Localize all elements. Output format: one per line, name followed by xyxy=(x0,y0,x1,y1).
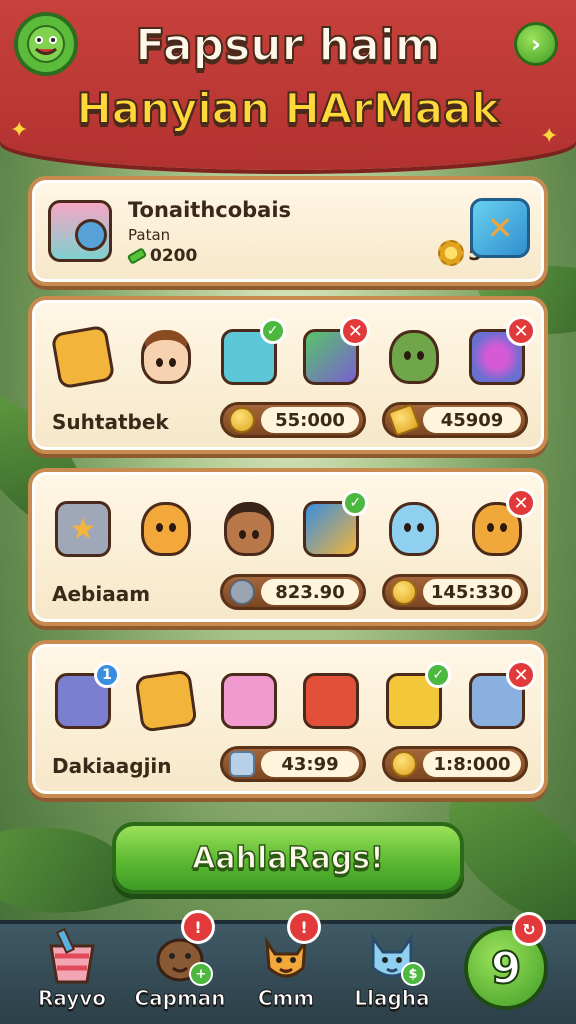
price-value: 55:000 xyxy=(261,407,359,433)
tablet-item[interactable]: ✕ xyxy=(298,316,371,390)
backpack-item[interactable]: ✓ xyxy=(216,318,286,390)
refresh-badge-icon: ↻ xyxy=(512,912,546,946)
count-badge: 1 xyxy=(94,662,120,688)
close-badge-icon[interactable]: ✕ xyxy=(505,316,536,346)
price-pill[interactable]: 43:99 xyxy=(220,746,366,782)
coin-icon xyxy=(391,579,417,605)
sparkle-icon: ✦ xyxy=(540,124,559,149)
close-badge-icon[interactable]: ✕ xyxy=(340,316,371,346)
shop-row: ★ ✓ ✕ Aebiaam 823.90 145:330 xyxy=(28,468,548,626)
coin-icon xyxy=(391,751,417,777)
nav-label: Rayvo xyxy=(37,986,107,1011)
monitor-item[interactable]: ✕ xyxy=(464,660,536,734)
check-badge-icon: ✓ xyxy=(259,318,286,344)
check-badge-icon: ✓ xyxy=(425,662,452,688)
wrench-icon xyxy=(229,579,255,605)
fox-orange-character[interactable]: ✕ xyxy=(464,488,536,562)
camera-icon[interactable] xyxy=(48,200,112,262)
coin-icon xyxy=(229,407,255,433)
crossed-tools-icon: ✕ xyxy=(486,209,514,247)
gem-icon xyxy=(126,247,148,265)
price-pill[interactable]: 55:000 xyxy=(220,402,366,438)
row-label: Suhtatbek xyxy=(52,410,169,434)
nav-label: Llagha xyxy=(354,986,430,1011)
cat-character[interactable] xyxy=(381,324,447,390)
price-pill[interactable]: 823.90 xyxy=(220,574,366,610)
price-value: 145:330 xyxy=(423,579,521,605)
notification-badge-icon: ! xyxy=(287,910,321,944)
profile-panel: Tonaithcobais Patan 0200 5 ✕ xyxy=(28,176,548,286)
price-value: 43:99 xyxy=(261,751,359,777)
girl-character[interactable] xyxy=(133,324,199,390)
price-value: 45909 xyxy=(423,407,521,433)
nav-label: Capman xyxy=(134,986,226,1011)
nav-item-cmm[interactable]: ! Cmm xyxy=(236,910,336,1018)
title-line-2: Hanyian HArMaak xyxy=(76,83,501,134)
gold-bar-icon xyxy=(387,403,421,437)
boy-character[interactable] xyxy=(216,496,282,562)
row-label: Dakiaagjin xyxy=(52,754,172,778)
ticket-item[interactable] xyxy=(50,324,116,390)
price-value: 823.90 xyxy=(261,579,359,605)
price-value: 1:8:000 xyxy=(423,751,521,777)
plus-badge-icon: $ xyxy=(401,962,425,986)
close-badge-icon[interactable]: ✕ xyxy=(505,488,536,518)
currency-display: 0200 xyxy=(126,246,198,266)
bear-character-icon: ! + xyxy=(149,910,215,986)
gear-icon xyxy=(438,240,464,266)
shop-row: ✓ ✕ ✕ Suhtatbek 55:000 45909 xyxy=(28,296,548,454)
cat-blue-character[interactable] xyxy=(381,496,447,562)
check-badge-icon: ✓ xyxy=(342,490,369,516)
title-line-1: Fapsur haim xyxy=(134,19,441,72)
star-frame-item[interactable]: ★ xyxy=(50,496,116,562)
price-pill[interactable]: 145:330 xyxy=(382,574,528,610)
currency-value: 0200 xyxy=(150,246,198,266)
toy-box-item[interactable] xyxy=(133,668,199,734)
nav-item-llagha[interactable]: $ Llagha xyxy=(342,918,442,1018)
price-pill[interactable]: 1:8:000 xyxy=(382,746,528,782)
cart-item[interactable]: ✓ xyxy=(381,662,452,734)
shop-row: 1 ✓ ✕ Dakiaagjin 43:99 1:8:000 xyxy=(28,640,548,798)
row-label: Aebiaam xyxy=(52,582,151,606)
notification-badge-icon: ! xyxy=(181,910,215,944)
sparkle-icon: ✦ xyxy=(10,118,29,143)
tablet-cat-item[interactable]: 1 xyxy=(50,662,120,734)
price-pill[interactable]: 45909 xyxy=(382,402,528,438)
chevron-right-icon: › xyxy=(531,30,541,58)
fox-character-icon: ! xyxy=(255,910,321,984)
nav-item-capman[interactable]: ! + Capman xyxy=(130,910,230,1018)
puzzle-item[interactable] xyxy=(216,668,282,734)
kite-item[interactable]: ✓ xyxy=(298,490,369,562)
nav-label: Cmm xyxy=(257,986,315,1011)
profile-subtitle: Patan xyxy=(128,226,171,244)
close-badge-icon[interactable]: ✕ xyxy=(505,660,536,690)
chest-item[interactable] xyxy=(298,668,364,734)
speaker-item[interactable]: ✕ xyxy=(464,316,536,390)
plus-badge-icon: + xyxy=(189,962,213,986)
tools-button[interactable]: ✕ xyxy=(470,198,530,258)
next-button[interactable]: › xyxy=(514,22,558,66)
fox-character[interactable] xyxy=(133,496,199,562)
nav-item-rayvo[interactable]: Rayvo xyxy=(22,918,122,1018)
profile-name: Tonaithcobais xyxy=(128,198,292,222)
map-icon xyxy=(229,751,255,777)
main-action-button[interactable]: AahlaRags! xyxy=(112,822,464,894)
paint-bucket-icon xyxy=(41,922,103,984)
cat-character-icon: $ xyxy=(361,922,425,986)
